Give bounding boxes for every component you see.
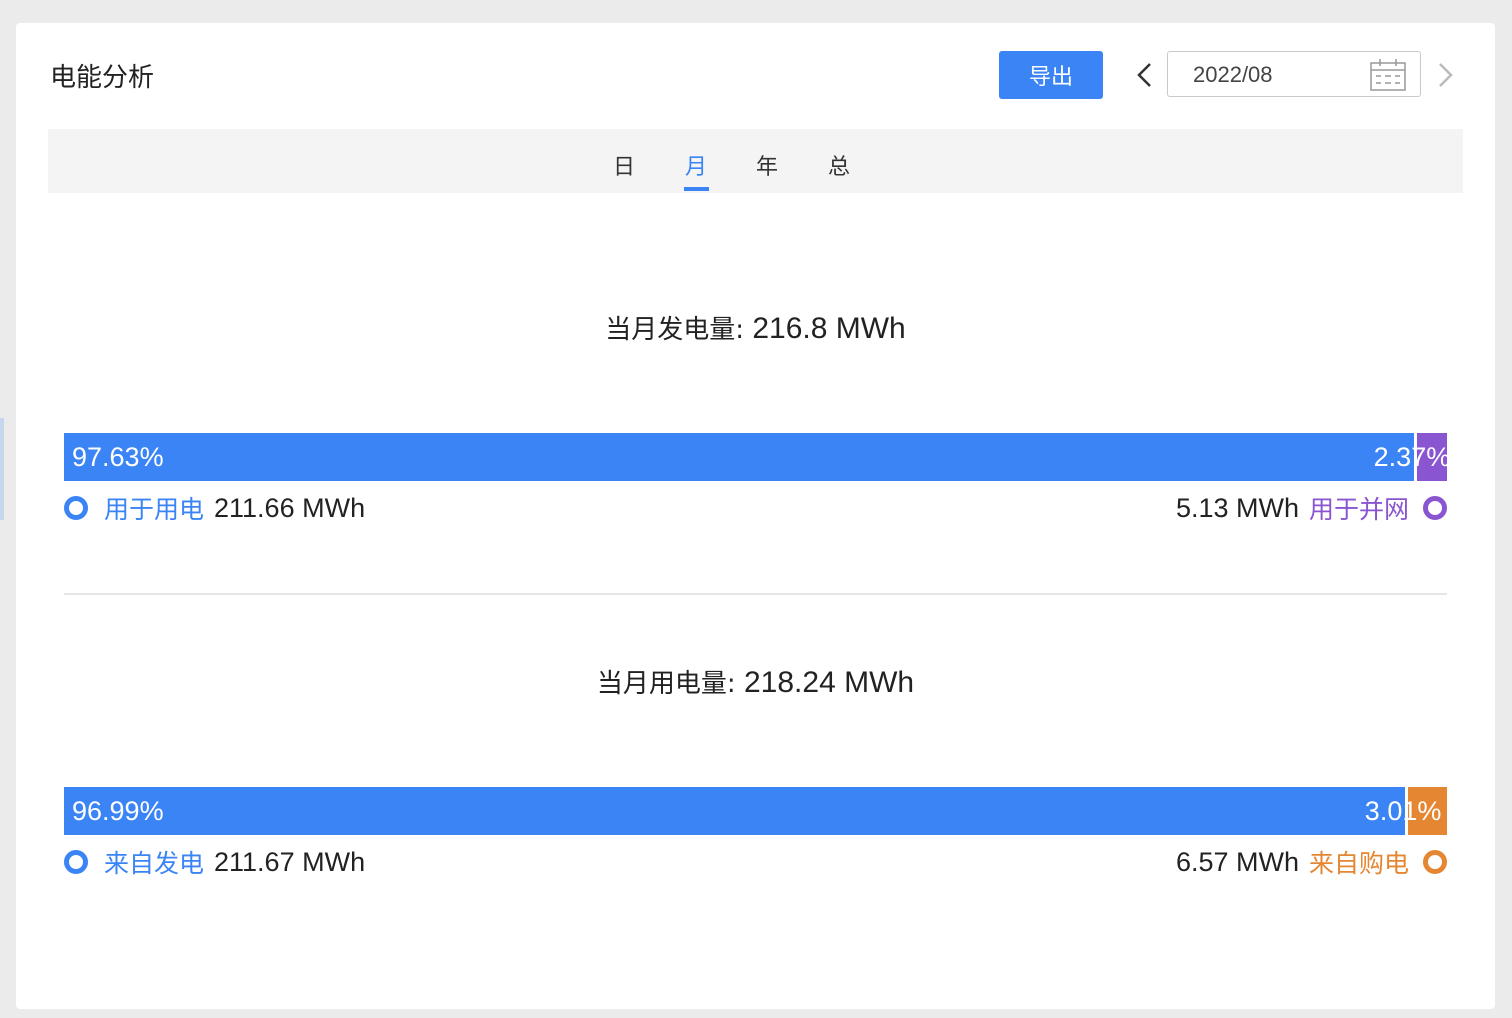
- consumption-from-generation-percent: 96.99%: [72, 796, 164, 826]
- from-generation-legend-dot: [64, 850, 88, 874]
- generation-self-use-percent: 97.63%: [72, 442, 164, 472]
- consumption-total-value: 218.24 MWh: [744, 666, 915, 699]
- self-use-value: 211.66 MWh: [214, 492, 366, 523]
- consumption-from-generation-segment: 96.99% 3.01%: [64, 787, 1441, 835]
- prev-month-button[interactable]: [1130, 59, 1158, 91]
- generation-ratio-bar: 97.63% 2.37%: [64, 433, 1450, 481]
- generation-grid-percent: 2.37%: [1373, 442, 1451, 472]
- page-title: 电能分析: [50, 63, 155, 93]
- consumption-purchased-percent: 3.01%: [1364, 796, 1442, 826]
- consumption-legend: 来自发电 211.67 MWh 6.57 MWh 来自购电: [64, 844, 1447, 880]
- next-month-button[interactable]: [1432, 59, 1460, 91]
- consumption-title: 当月用电量: 218.24 MWh: [16, 663, 1495, 700]
- date-value: 2022/08: [1193, 62, 1273, 87]
- grid-export-legend-dot: [1423, 496, 1447, 520]
- from-generation-value: 211.67 MWh: [214, 846, 366, 877]
- generation-legend: 用于用电 211.66 MWh 5.13 MWh 用于并网: [64, 490, 1447, 526]
- chevron-right-icon: [1439, 63, 1453, 87]
- period-tabs: 日 月 年 总: [48, 129, 1463, 193]
- generation-total-value: 216.8 MWh: [752, 312, 906, 345]
- generation-self-use-segment: 97.63% 2.37%: [64, 433, 1450, 481]
- chevron-left-icon: [1137, 63, 1151, 87]
- active-tab-indicator: [684, 187, 709, 191]
- from-generation-label: 来自发电: [104, 849, 205, 878]
- self-use-legend-dot: [64, 496, 88, 520]
- tab-day[interactable]: 日: [613, 149, 635, 181]
- tab-year[interactable]: 年: [756, 149, 778, 181]
- purchased-label: 来自购电: [1308, 849, 1409, 878]
- date-picker[interactable]: 2022/08: [1167, 51, 1421, 97]
- export-button[interactable]: 导出: [999, 51, 1103, 99]
- calendar-icon: [1370, 59, 1406, 91]
- generation-title: 当月发电量: 216.8 MWh: [16, 309, 1495, 346]
- section-divider: [64, 593, 1447, 595]
- grid-export-label: 用于并网: [1308, 495, 1409, 524]
- purchased-legend-dot: [1423, 850, 1447, 874]
- tab-total[interactable]: 总: [828, 149, 850, 181]
- purchased-value: 6.57 MWh: [1175, 846, 1299, 877]
- consumption-ratio-bar: 96.99% 3.01%: [64, 787, 1447, 835]
- side-panel-edge: [0, 418, 4, 520]
- generation-title-label: 当月发电量:: [605, 315, 744, 345]
- self-use-label: 用于用电: [104, 495, 205, 524]
- energy-analysis-card: 电能分析 导出 2022/08 日 月 年 总 当月发电量: 216.8 MWh…: [16, 23, 1495, 1009]
- consumption-title-label: 当月用电量:: [596, 669, 736, 699]
- tab-month[interactable]: 月: [685, 149, 707, 181]
- grid-export-value: 5.13 MWh: [1175, 492, 1299, 523]
